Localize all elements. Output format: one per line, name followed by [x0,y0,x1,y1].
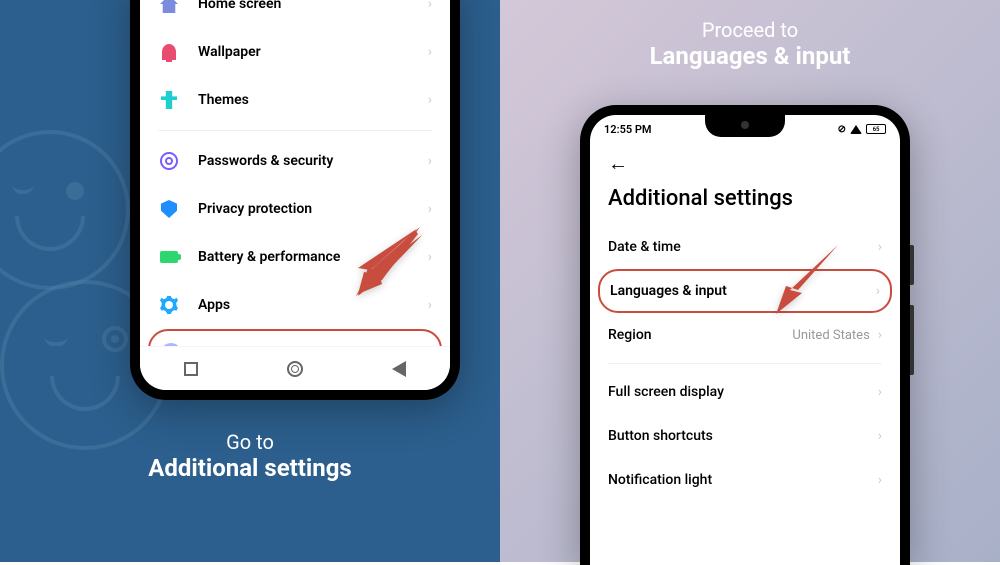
divider [608,363,882,364]
menu-value: United States [792,328,869,343]
settings-list-upper: Home screen › Wallpaper › Themes › [140,0,450,124]
status-time: 12:55 PM [604,123,652,136]
apps-icon [158,294,180,316]
smiley-decor-1 [0,130,130,290]
phone-1-screen: Home screen › Wallpaper › Themes › Passw… [140,0,450,390]
phone-frame-1: Home screen › Wallpaper › Themes › Passw… [130,0,460,400]
themes-icon [158,89,180,111]
phone-2-screen: 12:55 PM ⊘ 65 ← Additional settings Date… [590,115,900,565]
menu-button-shortcuts[interactable]: Button shortcuts › [590,414,900,458]
security-icon [158,150,180,172]
privacy-icon [158,198,180,220]
caption-line1: Proceed to [500,18,1000,42]
chevron-right-icon: › [428,92,432,108]
menu-label: Full screen display [608,384,878,400]
menu-label: Button shortcuts [608,428,878,444]
menu-region[interactable]: Region United States › [590,313,900,357]
home-icon [158,0,180,15]
caption-line2: Languages & input [500,42,1000,70]
back-button[interactable]: ← [608,151,628,175]
nav-home-button[interactable] [287,361,303,377]
menu-passwords-security[interactable]: Passwords & security › [140,137,450,185]
android-navbar [140,346,450,390]
menu-label: Privacy protection [198,201,428,217]
chevron-right-icon: › [428,0,432,12]
status-icons: ⊘ 65 [838,124,886,135]
phone-side-button [910,305,914,375]
menu-label: Passwords & security [198,153,428,169]
chevron-right-icon: › [878,327,882,343]
phone-frame-2: 12:55 PM ⊘ 65 ← Additional settings Date… [580,105,910,565]
battery-indicator: 65 [866,124,886,134]
chevron-right-icon: › [428,201,432,217]
caption-left: Go to Additional settings [0,430,500,482]
alarm-icon: ⊘ [838,124,846,135]
page-title: Additional settings [590,180,900,225]
menu-full-screen[interactable]: Full screen display › [590,370,900,414]
menu-label: Themes [198,92,428,108]
menu-label: Home screen [198,0,428,12]
menu-themes[interactable]: Themes › [140,76,450,124]
annotation-arrow-1 [350,222,430,306]
menu-wallpaper[interactable]: Wallpaper › [140,28,450,76]
nav-recent-button[interactable] [184,362,198,376]
wallpaper-icon [158,41,180,63]
chevron-right-icon: › [878,472,882,488]
caption-line1: Go to [0,430,500,454]
menu-date-time[interactable]: Date & time › [590,225,900,269]
back-row: ← [590,143,900,180]
nav-back-button[interactable] [392,361,406,377]
menu-label: Wallpaper [198,44,428,60]
menu-home-screen[interactable]: Home screen › [140,0,450,28]
chevron-right-icon: › [878,428,882,444]
menu-notification-light[interactable]: Notification light › [590,458,900,502]
caption-line2: Additional settings [0,454,500,482]
menu-label: Notification light [608,472,878,488]
chevron-right-icon: › [428,44,432,60]
caption-right: Proceed to Languages & input [500,18,1000,70]
battery-icon [158,246,180,268]
menu-label: Region [608,327,792,343]
divider [158,130,432,131]
wifi-icon [850,125,862,134]
chevron-right-icon: › [878,384,882,400]
phone-notch [705,115,785,137]
chevron-right-icon: › [876,283,880,299]
chevron-right-icon: › [428,153,432,169]
phone-side-button [910,245,914,285]
chevron-right-icon: › [878,239,882,255]
annotation-arrow-2 [768,240,848,324]
